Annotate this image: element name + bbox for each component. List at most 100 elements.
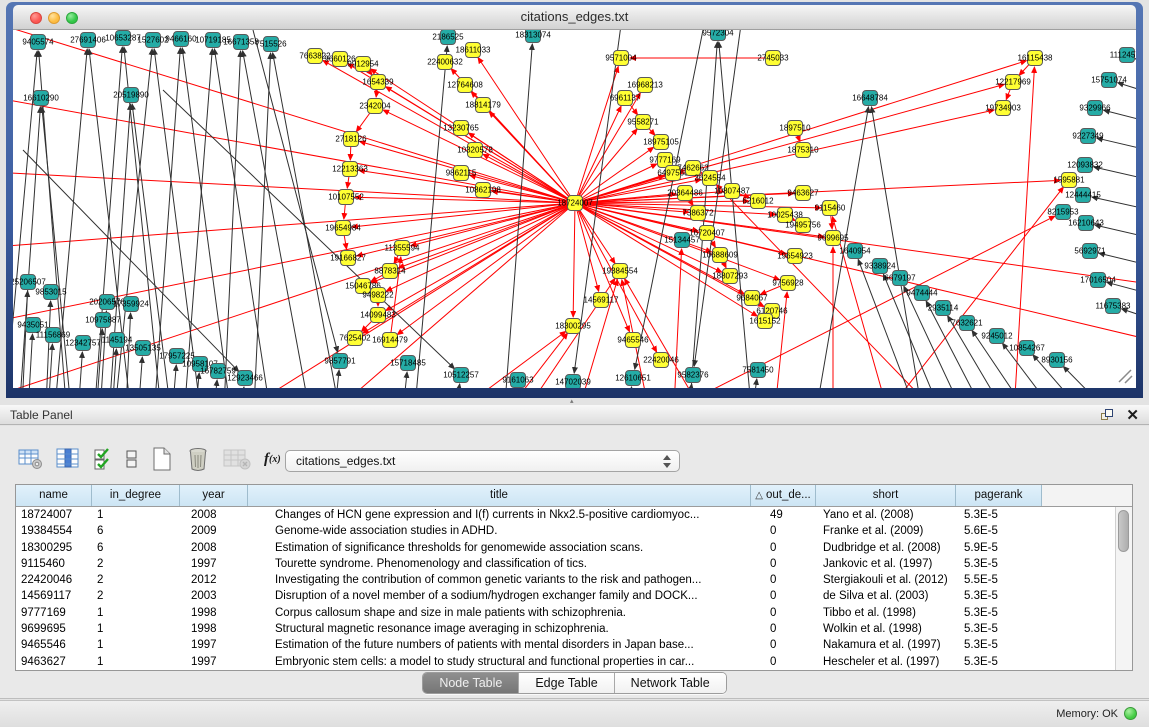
cell-in_degree[interactable]: 2 [92,572,180,588]
cell-pagerank[interactable]: 5.3E-5 [956,588,1042,604]
cell-short[interactable]: Nakamura et al. (1997) [816,637,956,653]
delete-column-icon[interactable] [186,446,210,472]
cell-out_degree[interactable]: 0 [751,523,816,539]
cell-out_degree[interactable]: 0 [751,540,816,556]
cell-name[interactable]: 9115460 [16,556,92,572]
graph-edge[interactable] [1135,59,1136,75]
cell-year[interactable]: 1997 [180,637,248,653]
graph-edge[interactable] [750,379,757,388]
graph-edge[interactable] [1095,225,1136,243]
select-rows-icon[interactable] [93,447,113,471]
graph-edge[interactable] [273,53,343,388]
cell-short[interactable]: Franke et al. (2009) [816,523,956,539]
graph-edge[interactable] [575,106,621,203]
memory-ok-indicator[interactable] [1124,707,1137,720]
table-row[interactable]: 946554611997Estimation of the future num… [16,637,1115,653]
cell-in_degree[interactable]: 2 [92,588,180,604]
table-row[interactable]: 911546021997Tourette syndrome. Phenomeno… [16,556,1115,572]
cell-year[interactable]: 2008 [180,540,248,556]
graph-edge[interactable] [239,387,244,388]
graph-edge[interactable] [27,334,32,388]
cell-title[interactable]: Corpus callosum shape and size in male p… [248,605,751,621]
cell-in_degree[interactable]: 1 [92,605,180,621]
cell-pagerank[interactable]: 5.3E-5 [956,605,1042,621]
network-window-frame[interactable]: citations_edges.txt 94055742769140610653… [6,2,1143,398]
graph-edge[interactable] [1104,110,1136,128]
graph-edge[interactable] [719,42,753,388]
cell-short[interactable]: Yano et al. (2008) [816,507,956,523]
graph-edge[interactable] [1122,309,1136,326]
cell-short[interactable]: Tibbo et al. (1998) [816,605,956,621]
cell-pagerank[interactable]: 5.3E-5 [956,621,1042,637]
column-header-year[interactable]: year [180,485,248,506]
column-header-in_degree[interactable]: in_degree [92,485,180,506]
cell-out_degree[interactable]: 0 [751,572,816,588]
cell-title[interactable]: Estimation of significance thresholds fo… [248,540,751,556]
cell-title[interactable]: Estimation of the future numbers of pati… [248,637,751,653]
cell-title[interactable]: Changes of HCN gene expression and I(f) … [248,507,751,523]
graph-edge[interactable] [1099,253,1136,271]
graph-edge[interactable] [397,203,575,335]
cell-out_degree[interactable]: 0 [751,637,816,653]
table-row[interactable]: 1830029562008Estimation of significance … [16,540,1115,556]
cell-title[interactable]: Disruption of a novel member of a sodium… [248,588,751,604]
cell-in_degree[interactable]: 2 [92,556,180,572]
cell-name[interactable]: 9465546 [16,637,92,653]
graph-edge[interactable] [575,67,618,203]
graph-edge[interactable] [1107,282,1136,300]
column-header-short[interactable]: short [816,485,956,506]
cell-year[interactable]: 2009 [180,523,248,539]
cell-name[interactable]: 18300295 [16,540,92,556]
graph-edge[interactable] [1094,167,1136,185]
cell-pagerank[interactable]: 5.5E-5 [956,572,1042,588]
resize-grip-icon[interactable] [1119,370,1132,383]
graph-edge[interactable] [253,53,271,388]
cell-short[interactable]: Wolkin et al. (1998) [816,621,956,637]
cell-in_degree[interactable]: 1 [92,621,180,637]
graph-edge[interactable] [13,203,575,388]
column-header-title[interactable]: title [248,485,751,506]
table-row[interactable]: 1872400712008Changes of HCN gene express… [16,507,1115,523]
graph-edge[interactable] [1097,138,1136,156]
graph-edge[interactable] [45,301,51,388]
minimize-button[interactable] [48,12,60,24]
cell-pagerank[interactable]: 5.9E-5 [956,540,1042,556]
graph-edge[interactable] [575,203,1136,350]
cell-out_degree[interactable]: 0 [751,605,816,621]
cell-out_degree[interactable]: 0 [751,621,816,637]
tab-edge-table[interactable]: Edge Table [519,673,614,693]
cell-pagerank[interactable]: 5.3E-5 [956,556,1042,572]
graph-edge[interactable] [171,365,176,388]
cell-pagerank[interactable]: 5.3E-5 [956,654,1042,670]
cell-in_degree[interactable]: 1 [92,654,180,670]
split-divider[interactable]: ▴ [0,398,1149,405]
cell-in_degree[interactable]: 6 [92,523,180,539]
table-row[interactable]: 2242004622012Investigating the contribut… [16,572,1115,588]
cell-year[interactable]: 1998 [180,621,248,637]
cell-year[interactable]: 1997 [180,654,248,670]
graph-edge[interactable] [137,357,142,388]
graph-edge[interactable] [13,203,575,330]
tab-node-table[interactable]: Node Table [423,673,519,693]
table-row[interactable]: 977716911998Corpus callosum shape and si… [16,605,1115,621]
cell-title[interactable]: Tourette syndrome. Phenomenology and cla… [248,556,751,572]
cell-name[interactable]: 9699695 [16,621,92,637]
graph-edge[interactable] [18,107,40,388]
column-header-pagerank[interactable]: pagerank [956,485,1042,506]
column-header-name[interactable]: name [16,485,92,506]
scrollbar-thumb[interactable] [1118,510,1129,552]
cell-name[interactable]: 22420046 [16,572,92,588]
graph-edge[interactable] [871,107,925,388]
cell-title[interactable]: Genome-wide association studies in ADHD. [248,523,751,539]
network-canvas[interactable]: 9405574276914061065328715276029466160107… [13,30,1136,388]
vertical-scrollbar[interactable] [1115,507,1132,670]
table-settings-icon[interactable] [18,448,43,470]
graph-edge[interactable] [401,372,407,388]
graph-edge[interactable] [183,49,212,388]
graph-edge[interactable] [1063,366,1126,388]
cell-year[interactable]: 2008 [180,507,248,523]
cell-pagerank[interactable]: 5.3E-5 [956,637,1042,653]
cell-pagerank[interactable]: 5.3E-5 [956,507,1042,523]
function-builder-icon[interactable]: f(x) [264,451,281,468]
cell-title[interactable]: Investigating the contribution of common… [248,572,751,588]
